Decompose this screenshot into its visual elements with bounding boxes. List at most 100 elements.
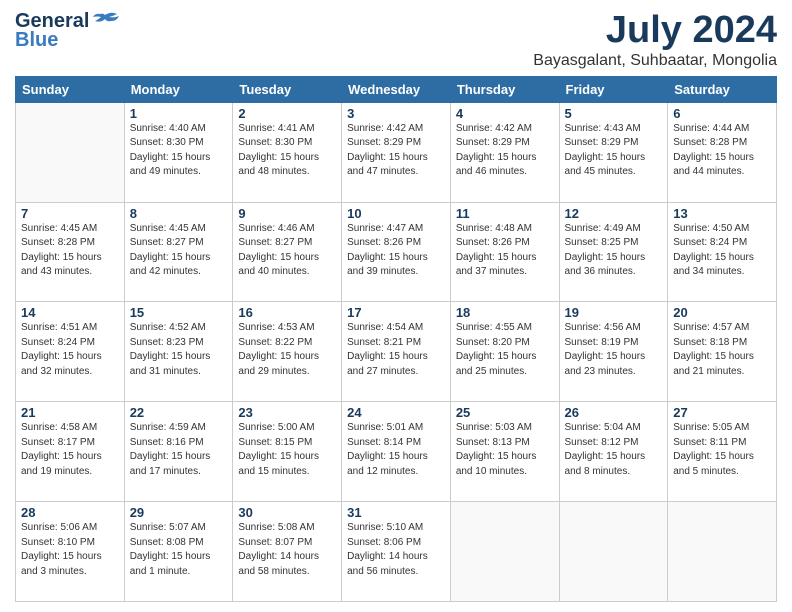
day-number: 19: [565, 305, 663, 320]
day-info: Sunrise: 4:48 AM Sunset: 8:26 PM Dayligh…: [456, 222, 554, 280]
day-info: Sunrise: 4:42 AM Sunset: 8:29 PM Dayligh…: [456, 122, 554, 180]
day-info: Sunrise: 4:45 AM Sunset: 8:28 PM Dayligh…: [21, 222, 119, 280]
calendar-day-cell: 22Sunrise: 4:59 AM Sunset: 8:16 PM Dayli…: [124, 402, 233, 502]
calendar-day-cell: 5Sunrise: 4:43 AM Sunset: 8:29 PM Daylig…: [559, 102, 668, 202]
day-info: Sunrise: 4:55 AM Sunset: 8:20 PM Dayligh…: [456, 321, 554, 379]
day-number: 26: [565, 405, 663, 420]
calendar-day-cell: [668, 502, 777, 602]
day-info: Sunrise: 4:54 AM Sunset: 8:21 PM Dayligh…: [347, 321, 445, 379]
day-info: Sunrise: 4:57 AM Sunset: 8:18 PM Dayligh…: [673, 321, 771, 379]
logo-text-blue: Blue: [15, 29, 58, 52]
day-number: 10: [347, 206, 445, 221]
calendar-day-cell: 10Sunrise: 4:47 AM Sunset: 8:26 PM Dayli…: [342, 202, 451, 302]
weekday-header-cell: Sunday: [16, 76, 125, 102]
day-number: 30: [238, 505, 336, 520]
day-number: 13: [673, 206, 771, 221]
day-number: 22: [130, 405, 228, 420]
day-number: 9: [238, 206, 336, 221]
calendar-day-cell: 24Sunrise: 5:01 AM Sunset: 8:14 PM Dayli…: [342, 402, 451, 502]
calendar-day-cell: 27Sunrise: 5:05 AM Sunset: 8:11 PM Dayli…: [668, 402, 777, 502]
day-number: 21: [21, 405, 119, 420]
calendar-day-cell: 1Sunrise: 4:40 AM Sunset: 8:30 PM Daylig…: [124, 102, 233, 202]
day-info: Sunrise: 4:49 AM Sunset: 8:25 PM Dayligh…: [565, 222, 663, 280]
weekday-header-row: SundayMondayTuesdayWednesdayThursdayFrid…: [16, 76, 777, 102]
calendar-day-cell: 26Sunrise: 5:04 AM Sunset: 8:12 PM Dayli…: [559, 402, 668, 502]
day-number: 16: [238, 305, 336, 320]
day-number: 23: [238, 405, 336, 420]
weekday-header-cell: Friday: [559, 76, 668, 102]
day-number: 20: [673, 305, 771, 320]
logo: General Blue: [15, 10, 119, 52]
day-info: Sunrise: 4:44 AM Sunset: 8:28 PM Dayligh…: [673, 122, 771, 180]
calendar-day-cell: 28Sunrise: 5:06 AM Sunset: 8:10 PM Dayli…: [16, 502, 125, 602]
calendar-day-cell: 13Sunrise: 4:50 AM Sunset: 8:24 PM Dayli…: [668, 202, 777, 302]
day-info: Sunrise: 4:42 AM Sunset: 8:29 PM Dayligh…: [347, 122, 445, 180]
day-number: 18: [456, 305, 554, 320]
day-number: 3: [347, 106, 445, 121]
location-title: Bayasgalant, Suhbaatar, Mongolia: [533, 52, 777, 70]
header: General Blue July 2024 Bayasgalant, Suhb…: [15, 10, 777, 70]
day-info: Sunrise: 5:10 AM Sunset: 8:06 PM Dayligh…: [347, 521, 445, 579]
day-info: Sunrise: 5:00 AM Sunset: 8:15 PM Dayligh…: [238, 421, 336, 479]
calendar-day-cell: 15Sunrise: 4:52 AM Sunset: 8:23 PM Dayli…: [124, 302, 233, 402]
day-info: Sunrise: 5:05 AM Sunset: 8:11 PM Dayligh…: [673, 421, 771, 479]
calendar-week-row: 21Sunrise: 4:58 AM Sunset: 8:17 PM Dayli…: [16, 402, 777, 502]
calendar-day-cell: 18Sunrise: 4:55 AM Sunset: 8:20 PM Dayli…: [450, 302, 559, 402]
day-info: Sunrise: 5:07 AM Sunset: 8:08 PM Dayligh…: [130, 521, 228, 579]
calendar-day-cell: 6Sunrise: 4:44 AM Sunset: 8:28 PM Daylig…: [668, 102, 777, 202]
calendar-week-row: 7Sunrise: 4:45 AM Sunset: 8:28 PM Daylig…: [16, 202, 777, 302]
weekday-header-cell: Saturday: [668, 76, 777, 102]
weekday-header-cell: Monday: [124, 76, 233, 102]
day-number: 28: [21, 505, 119, 520]
title-area: July 2024 Bayasgalant, Suhbaatar, Mongol…: [533, 10, 777, 70]
calendar-day-cell: 7Sunrise: 4:45 AM Sunset: 8:28 PM Daylig…: [16, 202, 125, 302]
day-number: 4: [456, 106, 554, 121]
calendar-day-cell: [559, 502, 668, 602]
calendar-day-cell: 11Sunrise: 4:48 AM Sunset: 8:26 PM Dayli…: [450, 202, 559, 302]
day-number: 8: [130, 206, 228, 221]
weekday-header-cell: Thursday: [450, 76, 559, 102]
calendar-week-row: 1Sunrise: 4:40 AM Sunset: 8:30 PM Daylig…: [16, 102, 777, 202]
day-number: 17: [347, 305, 445, 320]
day-info: Sunrise: 4:47 AM Sunset: 8:26 PM Dayligh…: [347, 222, 445, 280]
month-title: July 2024: [533, 10, 777, 52]
day-number: 12: [565, 206, 663, 221]
calendar-day-cell: 30Sunrise: 5:08 AM Sunset: 8:07 PM Dayli…: [233, 502, 342, 602]
weekday-header-cell: Tuesday: [233, 76, 342, 102]
day-info: Sunrise: 5:06 AM Sunset: 8:10 PM Dayligh…: [21, 521, 119, 579]
day-info: Sunrise: 4:46 AM Sunset: 8:27 PM Dayligh…: [238, 222, 336, 280]
calendar-day-cell: 19Sunrise: 4:56 AM Sunset: 8:19 PM Dayli…: [559, 302, 668, 402]
calendar-day-cell: 23Sunrise: 5:00 AM Sunset: 8:15 PM Dayli…: [233, 402, 342, 502]
calendar-day-cell: 12Sunrise: 4:49 AM Sunset: 8:25 PM Dayli…: [559, 202, 668, 302]
calendar-day-cell: [450, 502, 559, 602]
day-info: Sunrise: 4:40 AM Sunset: 8:30 PM Dayligh…: [130, 122, 228, 180]
day-info: Sunrise: 5:03 AM Sunset: 8:13 PM Dayligh…: [456, 421, 554, 479]
day-number: 5: [565, 106, 663, 121]
calendar-day-cell: 21Sunrise: 4:58 AM Sunset: 8:17 PM Dayli…: [16, 402, 125, 502]
calendar-day-cell: 20Sunrise: 4:57 AM Sunset: 8:18 PM Dayli…: [668, 302, 777, 402]
day-number: 14: [21, 305, 119, 320]
calendar-day-cell: 17Sunrise: 4:54 AM Sunset: 8:21 PM Dayli…: [342, 302, 451, 402]
day-info: Sunrise: 4:50 AM Sunset: 8:24 PM Dayligh…: [673, 222, 771, 280]
calendar-day-cell: 9Sunrise: 4:46 AM Sunset: 8:27 PM Daylig…: [233, 202, 342, 302]
calendar-week-row: 28Sunrise: 5:06 AM Sunset: 8:10 PM Dayli…: [16, 502, 777, 602]
day-info: Sunrise: 4:58 AM Sunset: 8:17 PM Dayligh…: [21, 421, 119, 479]
day-number: 11: [456, 206, 554, 221]
day-info: Sunrise: 4:51 AM Sunset: 8:24 PM Dayligh…: [21, 321, 119, 379]
day-info: Sunrise: 4:59 AM Sunset: 8:16 PM Dayligh…: [130, 421, 228, 479]
weekday-header-cell: Wednesday: [342, 76, 451, 102]
day-number: 1: [130, 106, 228, 121]
day-number: 25: [456, 405, 554, 420]
calendar-day-cell: 2Sunrise: 4:41 AM Sunset: 8:30 PM Daylig…: [233, 102, 342, 202]
day-info: Sunrise: 4:45 AM Sunset: 8:27 PM Dayligh…: [130, 222, 228, 280]
page: General Blue July 2024 Bayasgalant, Suhb…: [0, 0, 792, 612]
day-number: 2: [238, 106, 336, 121]
day-info: Sunrise: 4:43 AM Sunset: 8:29 PM Dayligh…: [565, 122, 663, 180]
day-number: 29: [130, 505, 228, 520]
calendar-body: 1Sunrise: 4:40 AM Sunset: 8:30 PM Daylig…: [16, 102, 777, 601]
calendar-day-cell: 31Sunrise: 5:10 AM Sunset: 8:06 PM Dayli…: [342, 502, 451, 602]
day-number: 24: [347, 405, 445, 420]
calendar-day-cell: 8Sunrise: 4:45 AM Sunset: 8:27 PM Daylig…: [124, 202, 233, 302]
day-info: Sunrise: 5:01 AM Sunset: 8:14 PM Dayligh…: [347, 421, 445, 479]
calendar-day-cell: 25Sunrise: 5:03 AM Sunset: 8:13 PM Dayli…: [450, 402, 559, 502]
